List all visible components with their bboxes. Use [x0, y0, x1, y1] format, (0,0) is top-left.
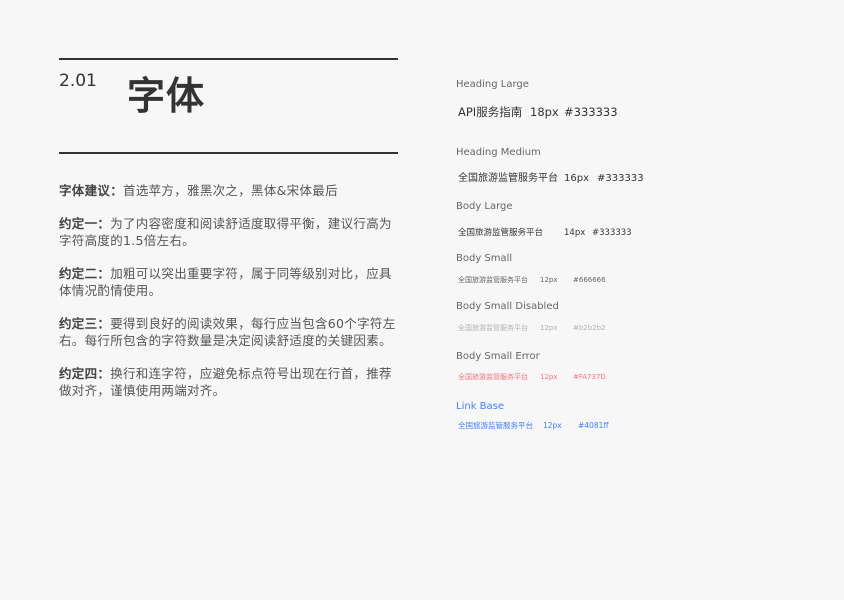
spec-sample-text: 全国旅游监管服务平台: [458, 324, 528, 332]
spec-color: #333333: [564, 105, 618, 119]
spec-sample-text: 全国旅游监管服务平台: [458, 173, 558, 184]
spec-size: 18px: [530, 105, 559, 119]
spec-name-body-large: Body Large: [456, 201, 513, 212]
guideline-rule-2: 约定二：加粗可以突出重要字符，属于同等级别对比，应具体情况酌情使用。: [59, 265, 401, 299]
spec-color: #666666: [573, 276, 606, 284]
spec-name-link-base: Link Base: [456, 401, 505, 412]
spec-color: #4081ff: [578, 421, 609, 430]
spec-sample-body-small-disabled: 全国旅游监管服务平台 12px #b2b2b2: [458, 323, 606, 333]
spec-color: #333333: [597, 173, 644, 184]
spec-name-heading-large: Heading Large: [456, 79, 529, 90]
section-number: 2.01: [59, 71, 97, 91]
spec-sample-text[interactable]: 全国旅游监管服务平台: [458, 420, 543, 431]
guideline-rule-1: 约定一：为了内容密度和阅读舒适度取得平衡，建议行高为字符高度的1.5倍左右。: [59, 215, 401, 249]
spec-sample-body-large: 全国旅游监管服务平台 14px #333333: [458, 226, 632, 238]
spec-size: 12px: [540, 276, 558, 284]
spec-color: #333333: [592, 228, 632, 238]
spec-sample-body-small: 全国旅游监管服务平台 12px #666666: [458, 275, 606, 285]
spec-size: 12px: [540, 324, 558, 332]
guideline-text: 首选苹方，雅黑次之，黑体&宋体最后: [123, 183, 338, 198]
spec-sample-text: API服务指南: [458, 105, 523, 119]
guideline-text: 要得到良好的阅读效果，每行应当包含60个字符左右。每行所包含的字符数量是决定阅读…: [59, 316, 396, 348]
typography-guidelines: 字体建议：首选苹方，雅黑次之，黑体&宋体最后 约定一：为了内容密度和阅读舒适度取…: [59, 182, 401, 415]
spec-sample-heading-medium: 全国旅游监管服务平台 16px #333333: [458, 169, 644, 184]
spec-name-body-small-disabled: Body Small Disabled: [456, 301, 559, 312]
spec-color: #FA737D: [573, 373, 606, 381]
spec-size: 16px: [564, 173, 589, 184]
spec-sample-text: 全国旅游监管服务平台: [458, 373, 528, 381]
page-title: 字体: [127, 74, 206, 118]
spec-color: #b2b2b2: [573, 324, 606, 332]
spec-name-body-small-error: Body Small Error: [456, 351, 540, 362]
guideline-label: 字体建议：: [59, 183, 124, 198]
spec-size: 12px: [540, 373, 558, 381]
spec-sample-link-base[interactable]: 全国旅游监管服务平台 12px #4081ff: [458, 420, 609, 431]
spec-name-heading-medium: Heading Medium: [456, 147, 541, 158]
spec-sample-text: 全国旅游监管服务平台: [458, 276, 528, 284]
spec-name-body-small: Body Small: [456, 253, 513, 264]
guideline-label: 约定四：: [59, 366, 111, 381]
guideline-rule-3: 约定三：要得到良好的阅读效果，每行应当包含60个字符左右。每行所包含的字符数量是…: [59, 315, 401, 349]
top-divider: [59, 58, 398, 60]
title-divider: [59, 152, 398, 154]
guideline-rule-4: 约定四：换行和连字符，应避免标点符号出现在行首，推荐做对齐，谨慎使用两端对齐。: [59, 365, 401, 399]
guideline-label: 约定一：: [59, 216, 111, 231]
guideline-label: 约定二：: [59, 266, 111, 281]
spec-sample-heading-large: API服务指南 18px #333333: [458, 104, 618, 120]
guideline-label: 约定三：: [59, 316, 111, 331]
spec-sample-text: 全国旅游监管服务平台: [458, 228, 544, 238]
spec-size: 14px: [564, 228, 586, 238]
guideline-font-recommendation: 字体建议：首选苹方，雅黑次之，黑体&宋体最后: [59, 182, 401, 199]
spec-size: 12px: [543, 421, 562, 430]
spec-sample-body-small-error: 全国旅游监管服务平台 12px #FA737D: [458, 372, 606, 382]
